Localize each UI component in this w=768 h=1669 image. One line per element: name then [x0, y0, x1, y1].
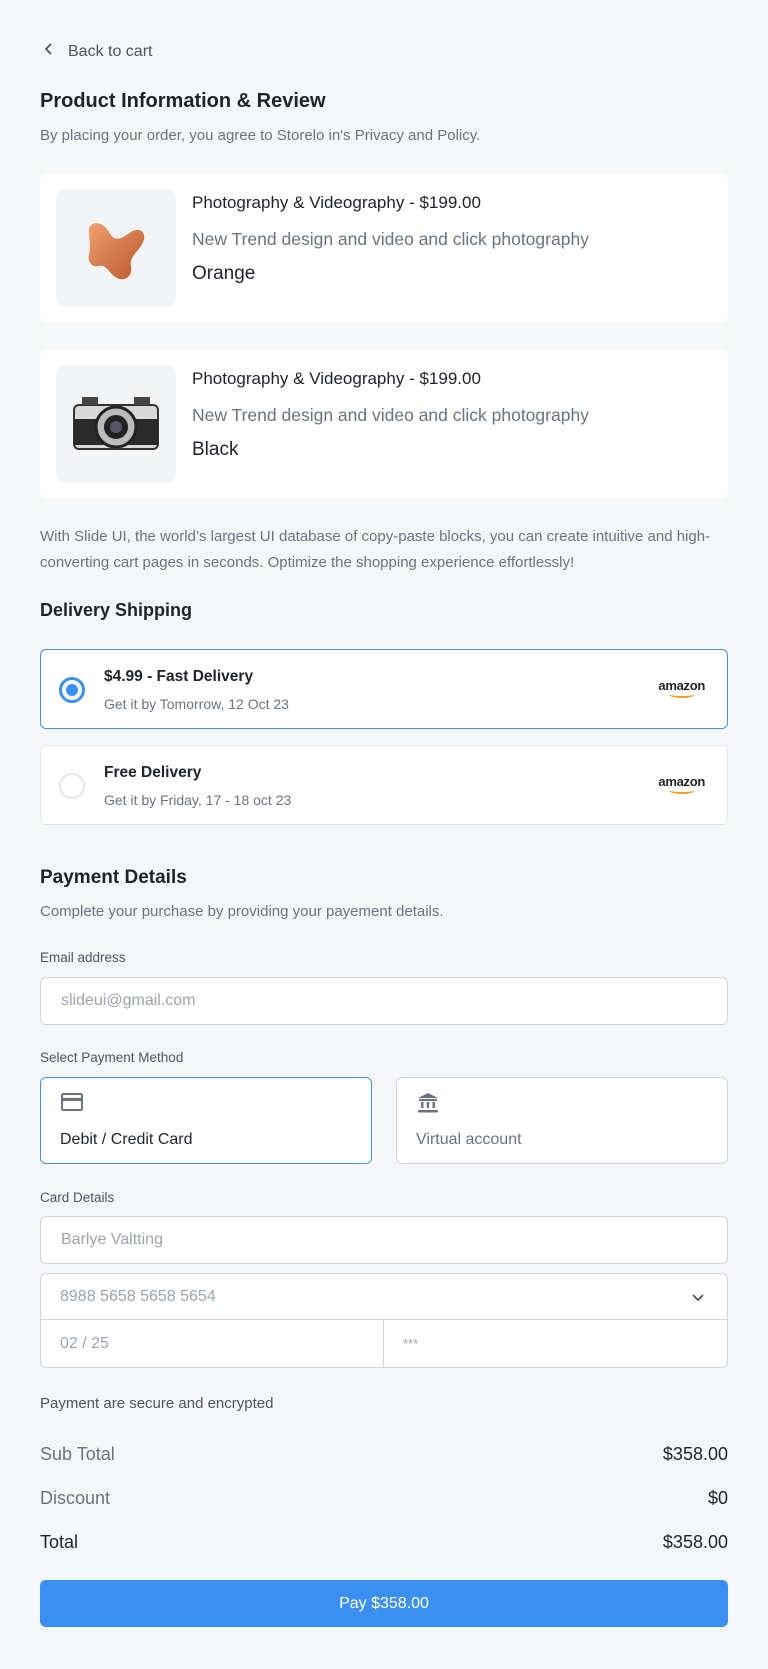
payment-method-label: Select Payment Method	[40, 1050, 184, 1065]
card-cvv-input[interactable]: ***	[384, 1320, 727, 1367]
info-paragraph: With Slide UI, the world’s largest UI da…	[40, 528, 711, 571]
discount-label: Discount	[40, 1488, 111, 1508]
secure-note: Payment are secure and encrypted	[40, 1395, 274, 1412]
product-title: Photography & Videography - $199.00	[192, 369, 481, 388]
payment-method-virtual[interactable]: Virtual account	[396, 1077, 728, 1164]
delivery-title: Delivery Shipping	[40, 600, 193, 620]
page-title: Product Information & Review	[40, 90, 326, 112]
product-title: Photography & Videography - $199.00	[192, 193, 481, 212]
card-cvv-value: ***	[403, 1336, 419, 1351]
product-image-chair	[56, 189, 176, 307]
radio-selected[interactable]	[59, 677, 85, 703]
bank-icon	[417, 1092, 439, 1119]
subtotal-row: Sub Total $358.00	[40, 1444, 728, 1465]
delivery-option-date: Get it by Tomorrow, 12 Oct 23	[104, 696, 289, 712]
product-color: Orange	[192, 263, 256, 284]
product-image-camera	[56, 365, 176, 483]
product-card: Photography & Videography - $199.00 New …	[40, 349, 728, 499]
product-description: New Trend design and video and click pho…	[192, 405, 589, 425]
total-value: $358.00	[662, 1532, 728, 1552]
discount-row: Discount $0	[40, 1488, 728, 1509]
pay-button[interactable]: Pay $358.00	[40, 1580, 728, 1627]
product-card: Photography & Videography - $199.00 New …	[40, 173, 728, 323]
card-number-value: 8988 5658 5658 5654	[60, 1287, 216, 1305]
radio-unselected[interactable]	[59, 773, 85, 799]
payment-title: Payment Details	[40, 867, 187, 888]
total-label: Total	[40, 1532, 79, 1552]
card-details-label: Card Details	[40, 1190, 115, 1205]
delivery-option-date: Get it by Friday, 17 - 18 oct 23	[104, 792, 292, 808]
cardholder-name-input[interactable]: Barlye Valtting	[40, 1216, 728, 1264]
amazon-logo: amazon	[658, 774, 705, 794]
payment-method-label: Virtual account	[416, 1131, 522, 1148]
subtotal-value: $358.00	[662, 1444, 728, 1464]
total-row: Total $358.00	[40, 1532, 728, 1553]
delivery-option-free[interactable]: Free Delivery Get it by Friday, 17 - 18 …	[40, 745, 728, 825]
card-number-input[interactable]: 8988 5658 5658 5654	[41, 1274, 727, 1320]
product-color: Black	[192, 439, 239, 460]
credit-card-icon	[61, 1092, 83, 1117]
payment-method-card[interactable]: Debit / Credit Card	[40, 1077, 372, 1164]
chevron-left-icon	[44, 42, 54, 61]
delivery-option-title: $4.99 - Fast Delivery	[104, 668, 254, 685]
card-details-group: 8988 5658 5658 5654 02 / 25 ***	[40, 1273, 728, 1368]
discount-value: $0	[707, 1488, 728, 1508]
card-expiry-value: 02 / 25	[60, 1334, 109, 1352]
payment-subtitle: Complete your purchase by providing your…	[40, 903, 444, 920]
cardholder-name-value: Barlye Valtting	[61, 1231, 163, 1248]
payment-method-label: Debit / Credit Card	[60, 1131, 193, 1148]
back-to-cart-link[interactable]: Back to cart	[44, 42, 152, 61]
chevron-down-icon[interactable]	[691, 1290, 705, 1308]
delivery-option-title: Free Delivery	[104, 764, 202, 781]
back-label: Back to cart	[68, 42, 153, 60]
email-input[interactable]: slideui@gmail.com	[40, 977, 728, 1025]
card-expiry-input[interactable]: 02 / 25	[41, 1320, 384, 1367]
amazon-logo: amazon	[658, 678, 705, 698]
product-description: New Trend design and video and click pho…	[192, 229, 589, 249]
email-label: Email address	[40, 950, 126, 965]
subtotal-label: Sub Total	[40, 1444, 115, 1464]
page-subtitle: By placing your order, you agree to Stor…	[40, 127, 481, 144]
email-placeholder: slideui@gmail.com	[61, 992, 196, 1009]
delivery-option-fast[interactable]: $4.99 - Fast Delivery Get it by Tomorrow…	[40, 649, 728, 729]
